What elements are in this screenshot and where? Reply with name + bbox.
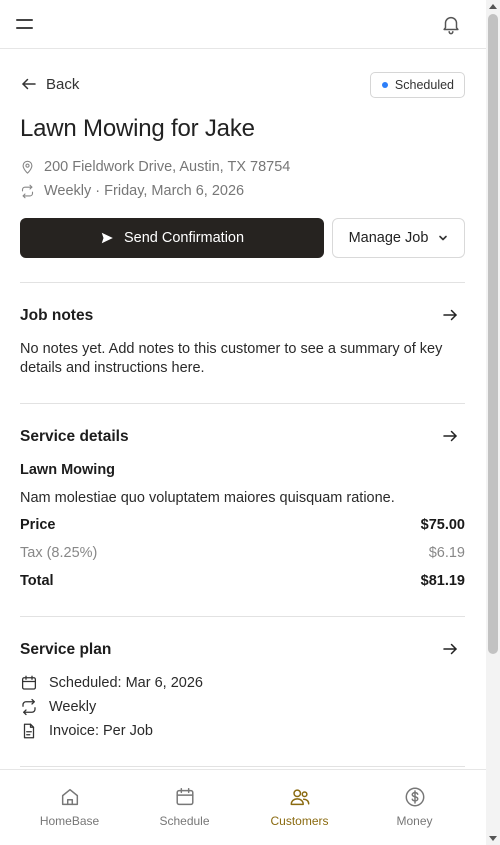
scrollbar[interactable] xyxy=(486,0,500,845)
service-details-arrow-icon[interactable] xyxy=(441,427,459,445)
frequency-text: Weekly · Friday, March 6, 2026 xyxy=(44,183,245,199)
tax-label: Tax (8.25%) xyxy=(20,545,98,561)
nav-item-money[interactable]: Money xyxy=(357,770,472,845)
job-notes-text: No notes yet. Add notes to this customer… xyxy=(20,341,443,376)
send-confirmation-button[interactable]: Send Confirmation xyxy=(20,218,324,258)
arrow-left-icon xyxy=(22,78,36,90)
document-icon xyxy=(23,723,35,739)
bottom-nav: HomeBase Schedule Customers Money xyxy=(0,769,486,845)
nav-item-customers[interactable]: Customers xyxy=(242,770,357,845)
divider xyxy=(20,616,465,617)
divider xyxy=(20,282,465,283)
plan-scheduled-text: Scheduled: Mar 6, 2026 xyxy=(49,675,203,691)
total-value: $81.19 xyxy=(420,573,465,589)
price-row: Price $75.00 xyxy=(20,517,465,533)
job-address: 200 Fieldwork Drive, Austin, TX 78754 xyxy=(20,159,290,175)
nav-item-schedule[interactable]: Schedule xyxy=(127,770,242,845)
dollar-icon xyxy=(405,787,424,807)
manage-job-label: Manage Job xyxy=(348,230,429,246)
nav-label-schedule: Schedule xyxy=(159,814,210,828)
manage-job-button[interactable]: Manage Job xyxy=(332,218,465,258)
plan-invoice: Invoice: Per Job xyxy=(20,722,153,740)
tax-row: Tax (8.25%) $6.19 xyxy=(20,545,465,561)
service-name: Lawn Mowing xyxy=(20,462,116,478)
bell-icon[interactable] xyxy=(440,13,462,35)
plan-scheduled: Scheduled: Mar 6, 2026 xyxy=(20,674,203,692)
total-label: Total xyxy=(20,573,54,589)
tax-value: $6.19 xyxy=(428,545,465,561)
nav-label-customers: Customers xyxy=(270,814,329,828)
job-detail-content: Back Scheduled Lawn Mowing for Jake 200 … xyxy=(20,49,465,769)
total-row: Total $81.19 xyxy=(20,573,465,589)
job-notes-arrow-icon[interactable] xyxy=(441,306,459,324)
nav-item-homebase[interactable]: HomeBase xyxy=(12,770,127,845)
calendar-icon xyxy=(21,675,37,690)
status-badge: Scheduled xyxy=(369,72,465,98)
send-confirmation-label: Send Confirmation xyxy=(123,230,245,246)
menu-icon[interactable] xyxy=(16,14,38,34)
home-icon xyxy=(61,788,78,806)
location-pin-icon xyxy=(22,160,33,174)
page-title: Lawn Mowing for Jake xyxy=(20,115,255,142)
price-value: $75.00 xyxy=(420,517,465,533)
status-badge-label: Scheduled xyxy=(394,78,454,92)
users-icon xyxy=(290,789,309,806)
job-frequency: Weekly · Friday, March 6, 2026 xyxy=(20,183,244,199)
service-description: Nam molestiae quo voluptatem maiores qui… xyxy=(20,490,395,506)
chevron-down-icon xyxy=(439,235,448,241)
nav-label-homebase: HomeBase xyxy=(39,814,100,828)
send-icon xyxy=(101,232,113,244)
back-button[interactable]: Back xyxy=(20,75,79,93)
plan-frequency: Weekly xyxy=(20,698,96,716)
scroll-down-arrow[interactable] xyxy=(489,836,497,841)
back-label: Back xyxy=(46,75,80,93)
status-dot xyxy=(381,82,388,88)
top-bar xyxy=(0,0,486,49)
divider xyxy=(20,766,465,767)
scroll-up-arrow[interactable] xyxy=(489,4,497,9)
service-details-title: Service details xyxy=(20,428,129,445)
address-text: 200 Fieldwork Drive, Austin, TX 78754 xyxy=(44,159,291,175)
plan-frequency-text: Weekly xyxy=(49,699,97,715)
repeat-icon xyxy=(21,184,34,198)
divider xyxy=(20,403,465,404)
price-label: Price xyxy=(20,517,56,533)
repeat-icon xyxy=(22,698,36,716)
scrollbar-thumb[interactable] xyxy=(488,14,498,654)
plan-invoice-text: Invoice: Per Job xyxy=(49,723,153,739)
service-plan-title: Service plan xyxy=(20,641,112,658)
calendar-icon xyxy=(175,788,194,806)
service-plan-arrow-icon[interactable] xyxy=(441,640,459,658)
nav-label-money: Money xyxy=(396,814,433,828)
job-notes-title: Job notes xyxy=(20,307,94,324)
